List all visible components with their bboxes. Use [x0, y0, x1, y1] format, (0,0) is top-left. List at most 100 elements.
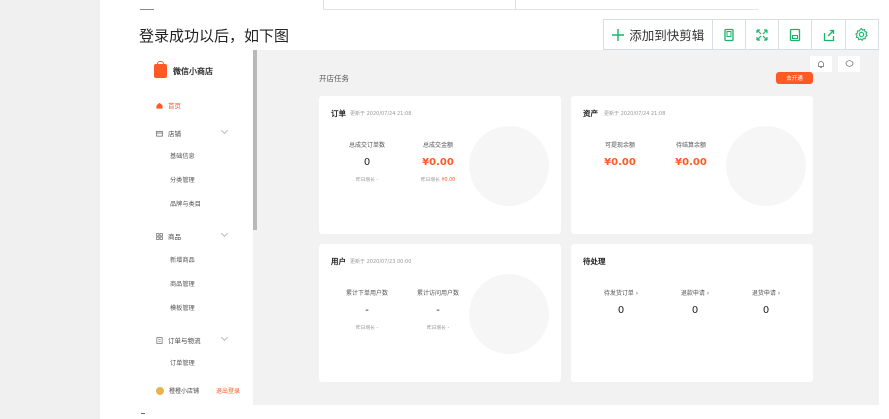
- user-row: 橙橙小店铺 退出登录: [156, 386, 240, 395]
- bell-button[interactable]: [810, 56, 832, 72]
- sidebar-subitem[interactable]: 模板管理: [170, 303, 195, 312]
- sidebar-subitem[interactable]: 基础信息: [170, 151, 195, 160]
- stat-sub: 昨日增长 -: [355, 178, 379, 183]
- stat-value: -: [365, 305, 369, 316]
- card-title: 待处理: [583, 257, 606, 266]
- sidebar-scrollbar[interactable]: [253, 50, 257, 230]
- stat-visit-users: 累计访问用户数 - 昨日增长 -: [403, 288, 473, 331]
- store-icon: [156, 130, 163, 136]
- stat-label: 总成交订单数: [348, 142, 385, 149]
- stat-label: 总成交金额: [422, 142, 453, 149]
- message-button[interactable]: [838, 56, 860, 72]
- stat-available-balance: 可提现余额 ¥0.00: [585, 140, 655, 168]
- card-decoration: [469, 274, 549, 354]
- stat-value: ¥0.00: [604, 157, 636, 168]
- header-icons: [810, 56, 870, 74]
- sidebar: 微信小商店 首页 店铺 基础信息 分类管理 品牌与类目 商品 新增商品 商品管理…: [140, 50, 253, 405]
- stat-label: 待结算余额: [675, 142, 706, 149]
- fullscreen-button[interactable]: [746, 20, 780, 49]
- share-icon: [823, 29, 834, 41]
- card-updated: 更新于 2020/07/24 21:08: [604, 111, 666, 117]
- expand-icon: [756, 28, 768, 41]
- stat-to-ship[interactable]: 待发货订单 › 0: [586, 288, 656, 316]
- gear-icon: [855, 27, 868, 41]
- sidebar-item-label: 首页: [168, 102, 181, 110]
- stat-value: 0: [363, 157, 371, 168]
- bell-icon: [818, 60, 824, 68]
- sidebar-subitem[interactable]: 订单管理: [170, 358, 195, 367]
- sidebar-item-home[interactable]: 首页: [156, 100, 181, 110]
- image-toolbar: 添加到快剪辑: [603, 19, 879, 50]
- sidebar-subitem[interactable]: 品牌与类目: [170, 199, 201, 208]
- stat-value: 0: [617, 305, 625, 316]
- phone-button[interactable]: [713, 20, 746, 49]
- stat-total-orders: 总成交订单数 0 昨日增长 -: [332, 140, 402, 183]
- sidebar-subitem[interactable]: 新增商品: [170, 255, 195, 264]
- stat-total-amount: 总成交金额 ¥0.00 昨日增长 ¥0.00: [403, 140, 473, 183]
- chevron-down-icon: [220, 126, 229, 135]
- add-to-kuaijianji-button[interactable]: 添加到快剪辑: [604, 20, 713, 49]
- stat-return-requests[interactable]: 退货申请 › 0: [731, 288, 801, 316]
- sidebar-item-label: 商品: [168, 233, 181, 241]
- brand-name: 微信小商店: [173, 66, 213, 76]
- plus-icon: [612, 28, 625, 41]
- phone-icon: [724, 28, 734, 41]
- pending-card: 待处理 待发货订单 › 0 退款申请 › 0 退货申请 › 0: [571, 244, 813, 382]
- stat-sub: 昨日增长 ¥0.00: [403, 176, 473, 183]
- dashboard-screenshot: 微信小商店 首页 店铺 基础信息 分类管理 品牌与类目 商品 新增商品 商品管理…: [140, 50, 879, 405]
- card-title: 用户: [331, 257, 346, 266]
- stat-refund-requests[interactable]: 退款申请 › 0: [660, 288, 730, 316]
- open-button[interactable]: 去开通: [776, 72, 813, 84]
- chevron-down-icon: [220, 333, 229, 342]
- sidebar-subitem[interactable]: 分类管理: [170, 175, 195, 184]
- article-text: 登录成功以后，如下图: [139, 27, 290, 45]
- text-cursor-mark: [141, 413, 145, 414]
- stat-label: 可提现余额: [604, 142, 635, 149]
- sidebar-item-label: 店铺: [168, 130, 181, 138]
- home-icon: [156, 102, 163, 109]
- avatar: [156, 386, 164, 395]
- stat-value: -: [436, 305, 440, 316]
- stat-value: ¥0.00: [422, 157, 454, 168]
- card-decoration: [726, 126, 806, 206]
- sidebar-item-goods[interactable]: 商品: [156, 231, 181, 241]
- stat-value: 0: [691, 305, 699, 316]
- brand: 微信小商店: [154, 61, 213, 78]
- add-to-kuaijianji-label: 添加到快剪辑: [629, 28, 705, 43]
- page-title: 开店任务: [319, 74, 349, 83]
- stat-order-users: 累计下单用户数 - 昨日增长 -: [332, 288, 402, 331]
- logout-link[interactable]: 退出登录: [216, 386, 240, 395]
- stat-label: 累计下单用户数: [345, 290, 388, 297]
- stat-sub-text: 昨日增长: [420, 178, 440, 183]
- stat-sub-value: ¥0.00: [441, 178, 456, 183]
- share-button[interactable]: [812, 20, 846, 49]
- user-name: 橙橙小店铺: [169, 388, 200, 395]
- stat-value: 0: [762, 305, 770, 316]
- stat-label: 退款申请 ›: [680, 290, 710, 297]
- users-card: 用户 更新于 2020/07/23 00:00 累计下单用户数 - 昨日增长 -…: [319, 244, 561, 382]
- stat-sub: 昨日增长 -: [355, 326, 379, 331]
- grid-icon: [156, 232, 163, 240]
- settings-button[interactable]: [846, 20, 878, 49]
- stat-label: 退货申请 ›: [751, 290, 781, 297]
- stat-label: 累计访问用户数: [416, 290, 459, 297]
- shop-bag-icon: [154, 61, 167, 78]
- top-divider-lines: [140, 0, 760, 14]
- save-button[interactable]: [779, 20, 813, 49]
- sidebar-item-orders[interactable]: 订单与物流: [156, 335, 201, 345]
- assets-card: 资产 更新于 2020/07/24 21:08 可提现余额 ¥0.00 待结算余…: [571, 96, 813, 234]
- sidebar-subitem[interactable]: 商品管理: [170, 279, 195, 288]
- sidebar-item-label: 订单与物流: [168, 337, 201, 345]
- card-updated: 更新于 2020/07/23 00:00: [350, 259, 412, 265]
- stat-value: ¥0.00: [675, 157, 707, 168]
- card-updated: 更新于 2020/07/24 21:08: [350, 111, 412, 117]
- stat-pending-balance: 待结算余额 ¥0.00: [656, 140, 726, 168]
- save-icon: [790, 28, 801, 41]
- chevron-down-icon: [220, 229, 229, 238]
- card-title: 资产: [583, 109, 598, 118]
- order-icon: [156, 336, 163, 344]
- stat-label: 待发货订单 ›: [603, 290, 639, 297]
- card-title: 订单: [331, 109, 346, 118]
- sidebar-item-shop[interactable]: 店铺: [156, 128, 181, 138]
- chat-bubble-icon: [845, 60, 853, 67]
